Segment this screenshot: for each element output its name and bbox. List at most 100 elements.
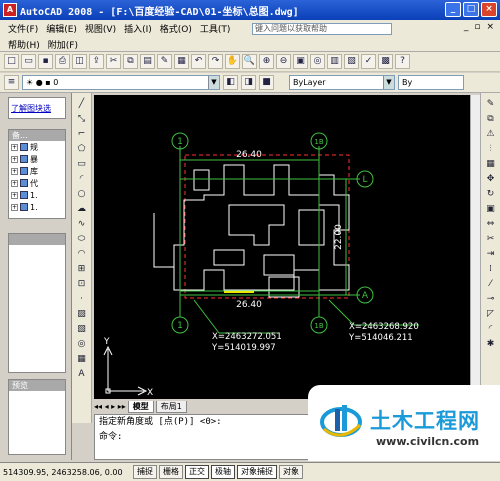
make-block-icon[interactable]: ⊡ (74, 277, 89, 291)
scale-icon[interactable]: ▣ (483, 202, 498, 216)
sheet-set-icon[interactable]: ▧ (344, 54, 359, 69)
expand-icon[interactable]: + (11, 179, 18, 187)
vertical-scrollbar[interactable] (470, 95, 480, 399)
tree-item[interactable]: + 代 (9, 177, 65, 189)
tree-item[interactable]: +1. (9, 201, 65, 213)
spline-icon[interactable]: ∿ (74, 217, 89, 231)
ellipse-icon[interactable]: ⬭ (74, 232, 89, 246)
chevron-down-icon[interactable]: ▼ (208, 76, 219, 89)
chamfer-icon[interactable]: ◸ (483, 307, 498, 321)
tool-palettes-icon[interactable]: ▥ (327, 54, 342, 69)
help-icon[interactable]: ? (395, 54, 410, 69)
menu-file[interactable]: 文件(F) (4, 22, 42, 35)
menu-edit[interactable]: 编辑(E) (42, 22, 81, 35)
zoom-previous-icon[interactable]: ⊖ (276, 54, 291, 69)
layer-previous-icon[interactable]: ◨ (241, 75, 256, 90)
copy-icon[interactable]: ⧉ (123, 54, 138, 69)
maximize-button[interactable]: □ (463, 2, 479, 17)
expand-icon[interactable]: + (11, 167, 18, 175)
menu-tools[interactable]: 工具(T) (196, 22, 235, 35)
help-search-input[interactable]: 键入问题以获取帮助 (252, 23, 392, 35)
menu-addons[interactable]: 附加(F) (44, 38, 82, 51)
tab-nav-icons[interactable]: ◂◂ ◂ ▸ ▸▸ (94, 402, 126, 411)
expand-icon[interactable]: + (11, 203, 18, 211)
redo-icon[interactable]: ↷ (208, 54, 223, 69)
doc-restore-icon[interactable]: ▫ (474, 22, 480, 32)
offset-icon[interactable]: ⫶ (483, 142, 498, 156)
color-control-icon[interactable]: ■ (259, 75, 274, 90)
coordinate-readout[interactable]: 514309.95, 2463258.06, 0.00 (3, 468, 133, 477)
insert-block-icon[interactable]: ⊞ (74, 262, 89, 276)
copy-object-icon[interactable]: ⧉ (483, 112, 498, 126)
gradient-icon[interactable]: ▧ (74, 322, 89, 336)
tree-item[interactable]: + 库 (9, 165, 65, 177)
region-icon[interactable]: ◎ (74, 337, 89, 351)
autocad-icon[interactable]: A (3, 3, 17, 17)
expand-icon[interactable]: + (11, 155, 18, 163)
extend-icon[interactable]: ⇥ (483, 247, 498, 261)
tree-item[interactable]: + 暴 (9, 153, 65, 165)
doc-minimize-icon[interactable]: _ (464, 22, 469, 32)
circle-icon[interactable]: ○ (74, 187, 89, 201)
menu-view[interactable]: 视图(V) (81, 22, 120, 35)
tree-item[interactable]: + 规 (9, 141, 65, 153)
stretch-icon[interactable]: ⇔ (483, 217, 498, 231)
move-icon[interactable]: ✥ (483, 172, 498, 186)
menu-format[interactable]: 格式(O) (156, 22, 196, 35)
publish-icon[interactable]: ⇪ (89, 54, 104, 69)
chevron-down-icon[interactable]: ▼ (383, 76, 394, 89)
match-properties-icon[interactable]: ✎ (157, 54, 172, 69)
layer-dropdown[interactable]: ☀ ● ▪ 0 ▼ (22, 75, 220, 90)
ellipse-arc-icon[interactable]: ◠ (74, 247, 89, 261)
new-file-icon[interactable]: □ (4, 54, 19, 69)
point-icon[interactable]: · (74, 292, 89, 306)
block-editor-icon[interactable]: ▦ (174, 54, 189, 69)
line-icon[interactable]: ╱ (74, 97, 89, 111)
mirror-icon[interactable]: ⚠ (483, 127, 498, 141)
array-icon[interactable]: ▦ (483, 157, 498, 171)
construction-line-icon[interactable]: ⤡ (74, 112, 89, 126)
explode-icon[interactable]: ✱ (483, 337, 498, 351)
minimize-button[interactable]: _ (445, 2, 461, 17)
zoom-window-icon[interactable]: ⊕ (259, 54, 274, 69)
linetype-dropdown[interactable]: ByLayer ▼ (289, 75, 395, 90)
erase-icon[interactable]: ✎ (483, 97, 498, 111)
rotate-icon[interactable]: ↻ (483, 187, 498, 201)
polar-toggle[interactable]: 极轴 (211, 465, 235, 479)
learn-blocks-link[interactable]: 了解图块选 (9, 98, 65, 119)
fillet-icon[interactable]: ◜ (483, 322, 498, 336)
drawing-canvas[interactable]: 1 1B L A 1 1B 26.40 26.40 22.00 X=246327… (94, 95, 470, 399)
menu-help[interactable]: 帮助(H) (4, 38, 44, 51)
tab-model[interactable]: 模型 (127, 400, 154, 413)
trim-icon[interactable]: ✂ (483, 232, 498, 246)
join-icon[interactable]: ⊸ (483, 292, 498, 306)
rectangle-icon[interactable]: ▭ (74, 157, 89, 171)
hatch-icon[interactable]: ▨ (74, 307, 89, 321)
quickcalc-icon[interactable]: ▩ (378, 54, 393, 69)
multiline-text-icon[interactable]: A (74, 367, 89, 381)
otrack-toggle[interactable]: 对象 (279, 465, 303, 479)
expand-icon[interactable]: + (11, 191, 18, 199)
zoom-realtime-icon[interactable]: 🔍 (242, 54, 257, 69)
tree-item[interactable]: +1. (9, 189, 65, 201)
osnap-toggle[interactable]: 对象捕捉 (237, 465, 277, 479)
print-icon[interactable]: ⎙ (55, 54, 70, 69)
snap-toggle[interactable]: 捕捉 (133, 465, 157, 479)
cut-icon[interactable]: ✂ (106, 54, 121, 69)
expand-icon[interactable]: + (11, 143, 18, 151)
grid-toggle[interactable]: 栅格 (159, 465, 183, 479)
markup-icon[interactable]: ✓ (361, 54, 376, 69)
undo-icon[interactable]: ↶ (191, 54, 206, 69)
make-current-layer-icon[interactable]: ◧ (223, 75, 238, 90)
design-center-icon[interactable]: ◎ (310, 54, 325, 69)
polyline-icon[interactable]: ⌐ (74, 127, 89, 141)
lineweight-dropdown[interactable]: By (398, 75, 464, 90)
close-button[interactable]: × (481, 2, 497, 17)
preview-icon[interactable]: ◫ (72, 54, 87, 69)
break-at-point-icon[interactable]: ⁞ (483, 262, 498, 276)
menu-insert[interactable]: 插入(I) (120, 22, 156, 35)
arc-icon[interactable]: ◜ (74, 172, 89, 186)
layer-manager-icon[interactable]: ≡ (4, 75, 19, 90)
tab-layout1[interactable]: 布局1 (155, 400, 187, 413)
ortho-toggle[interactable]: 正交 (185, 465, 209, 479)
